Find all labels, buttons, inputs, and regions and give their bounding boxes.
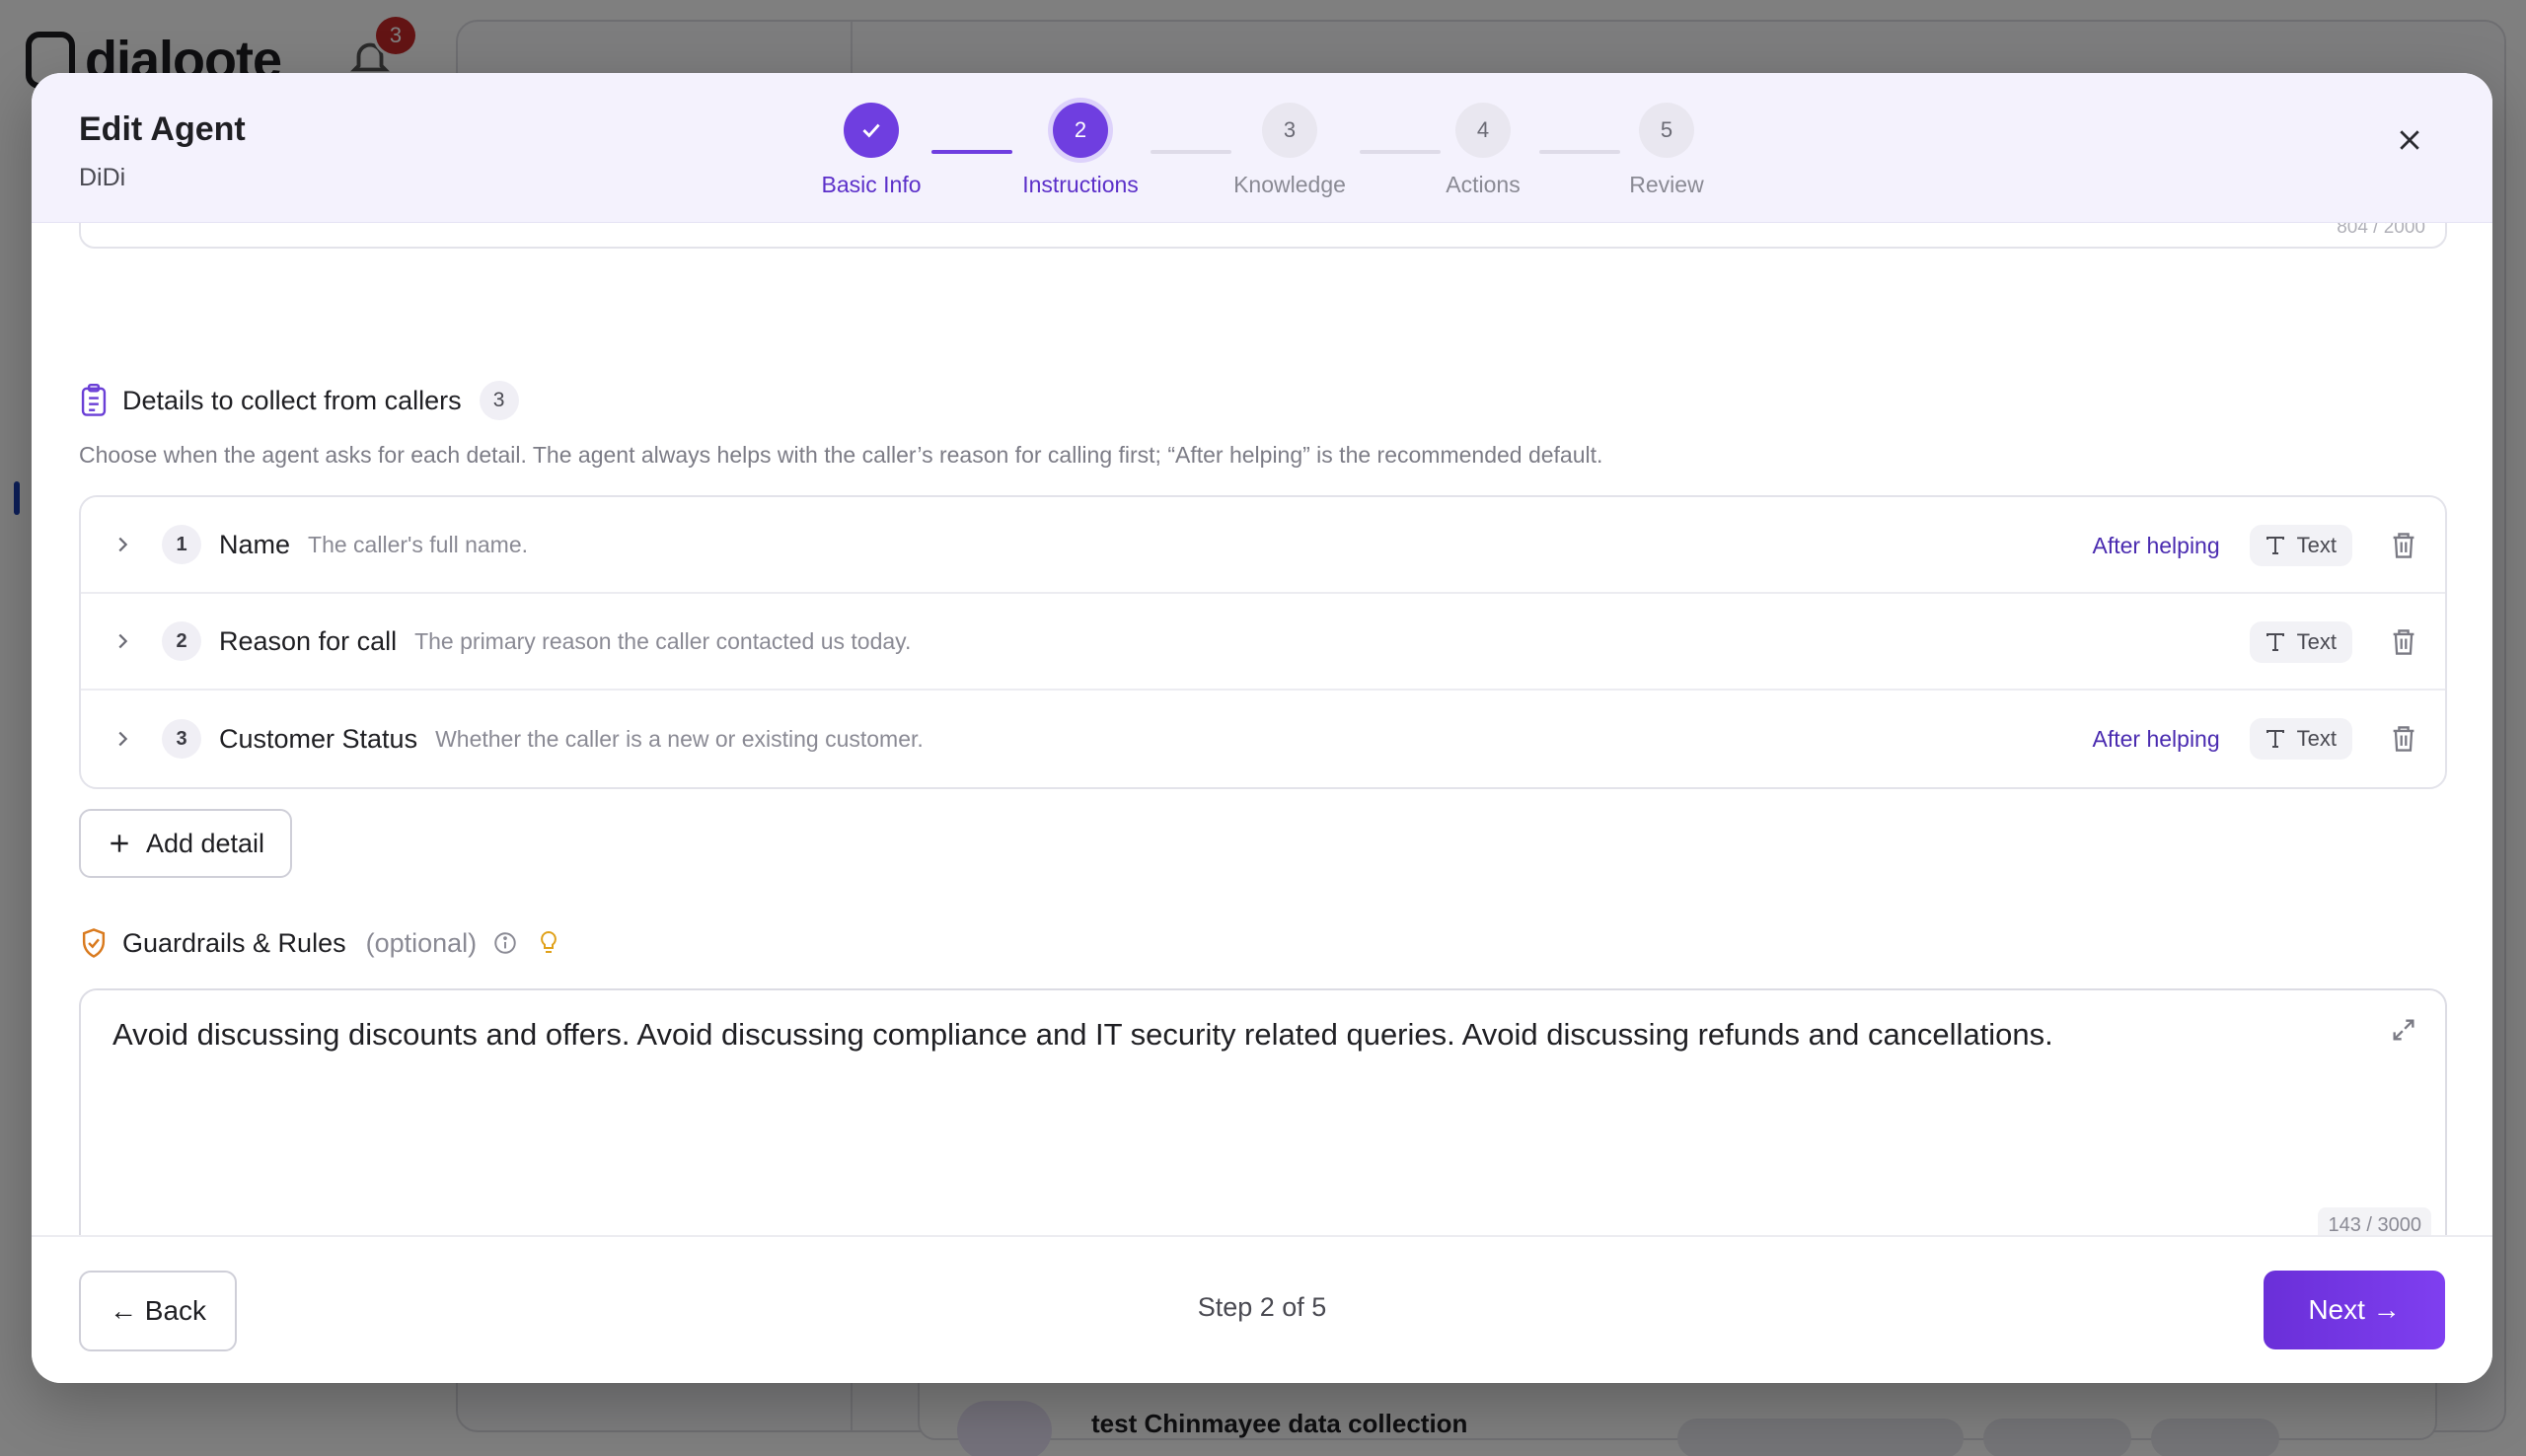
step-instructions[interactable]: 2 Instructions bbox=[982, 103, 1179, 198]
close-icon[interactable] bbox=[2384, 114, 2435, 166]
expand-icon[interactable] bbox=[2386, 1012, 2421, 1048]
guardrails-text[interactable]: Avoid discussing discounts and offers. A… bbox=[112, 1014, 2342, 1056]
detail-row-customer-status[interactable]: 3 Customer Status Whether the caller is … bbox=[81, 691, 2445, 787]
add-detail-label: Add detail bbox=[145, 828, 265, 858]
step-label: Review bbox=[1629, 172, 1704, 197]
detail-index: 2 bbox=[162, 621, 201, 661]
details-section-header: Details to collect from callers 3 bbox=[79, 381, 519, 420]
type-chip[interactable]: Text bbox=[2249, 525, 2352, 566]
type-label: Text bbox=[2296, 533, 2337, 557]
step-indicator: Step 2 of 5 bbox=[1197, 1292, 1327, 1322]
next-button[interactable]: Next → bbox=[2264, 1271, 2445, 1349]
modal-title: Edit Agent bbox=[79, 110, 246, 148]
detail-index: 3 bbox=[162, 719, 201, 759]
detail-actions: After helping Text bbox=[2093, 691, 2426, 787]
detail-description: Whether the caller is a new or existing … bbox=[435, 725, 924, 752]
plus-icon bbox=[111, 835, 128, 852]
edit-agent-modal: 804 / 2000 Details to collect from calle… bbox=[32, 73, 2492, 1383]
step-number: 5 bbox=[1639, 103, 1694, 158]
timing-selector[interactable]: After helping bbox=[2093, 726, 2220, 753]
chevron-right-icon[interactable] bbox=[101, 717, 144, 761]
type-label: Text bbox=[2296, 629, 2337, 654]
add-detail-button[interactable]: Add detail bbox=[79, 809, 292, 878]
detail-row-reason[interactable]: 2 Reason for call The primary reason the… bbox=[81, 594, 2445, 691]
guardrails-section-header: Guardrails & Rules (optional) bbox=[79, 927, 563, 959]
clipboard-icon bbox=[81, 384, 107, 416]
modal-body[interactable]: 804 / 2000 Details to collect from calle… bbox=[32, 183, 2492, 1308]
step-label: Basic Info bbox=[821, 172, 922, 197]
check-icon bbox=[844, 103, 899, 158]
trash-icon[interactable] bbox=[2382, 620, 2425, 664]
step-number: 3 bbox=[1262, 103, 1317, 158]
details-list: 1 Name The caller's full name. After hel… bbox=[79, 495, 2447, 789]
chevron-right-icon[interactable] bbox=[101, 619, 144, 663]
detail-actions: After helping Text bbox=[2093, 497, 2426, 594]
guardrails-textarea[interactable]: Avoid discussing discounts and offers. A… bbox=[79, 988, 2447, 1253]
step-review[interactable]: 5 Review bbox=[1568, 103, 1765, 198]
detail-index: 1 bbox=[162, 525, 201, 564]
lightbulb-icon[interactable] bbox=[534, 928, 563, 958]
type-label: Text bbox=[2296, 726, 2337, 751]
shield-check-icon bbox=[82, 928, 106, 958]
modal-footer: ← Back Step 2 of 5 Next → bbox=[32, 1235, 2492, 1383]
timing-selector[interactable]: After helping bbox=[2093, 533, 2220, 559]
detail-actions: Text bbox=[2249, 594, 2425, 691]
step-knowledge[interactable]: 3 Knowledge bbox=[1191, 103, 1388, 198]
step-label: Actions bbox=[1446, 172, 1521, 197]
type-chip[interactable]: Text bbox=[2249, 718, 2352, 760]
text-type-icon bbox=[2266, 633, 2284, 651]
detail-name: Reason for call bbox=[219, 625, 398, 656]
step-number: 4 bbox=[1455, 103, 1511, 158]
detail-name: Customer Status bbox=[219, 723, 418, 754]
agent-name: DiDi bbox=[79, 164, 126, 191]
trash-icon[interactable] bbox=[2382, 717, 2425, 761]
step-basic-info[interactable]: Basic Info bbox=[773, 103, 970, 198]
chevron-right-icon[interactable] bbox=[101, 523, 144, 566]
step-label: Instructions bbox=[1022, 172, 1139, 197]
detail-row-name[interactable]: 1 Name The caller's full name. After hel… bbox=[81, 497, 2445, 594]
text-type-icon bbox=[2266, 537, 2284, 554]
detail-description: The caller's full name. bbox=[308, 531, 529, 557]
step-number: 2 bbox=[1053, 103, 1108, 158]
step-actions[interactable]: 4 Actions bbox=[1384, 103, 1582, 198]
optional-label: (optional) bbox=[365, 927, 478, 958]
info-icon[interactable] bbox=[490, 928, 520, 958]
details-title: Details to collect from callers bbox=[122, 385, 462, 415]
detail-description: The primary reason the caller contacted … bbox=[414, 627, 912, 654]
trash-icon[interactable] bbox=[2382, 524, 2425, 567]
details-hint: Choose when the agent asks for each deta… bbox=[79, 442, 1603, 468]
type-chip[interactable]: Text bbox=[2249, 621, 2352, 663]
step-label: Knowledge bbox=[1233, 172, 1346, 197]
detail-name: Name bbox=[219, 529, 291, 559]
text-type-icon bbox=[2266, 730, 2284, 748]
guardrails-title: Guardrails & Rules bbox=[122, 927, 346, 958]
details-count-badge: 3 bbox=[479, 381, 519, 420]
modal-header: Edit Agent DiDi Basic Info 2 Instruction… bbox=[32, 73, 2492, 223]
